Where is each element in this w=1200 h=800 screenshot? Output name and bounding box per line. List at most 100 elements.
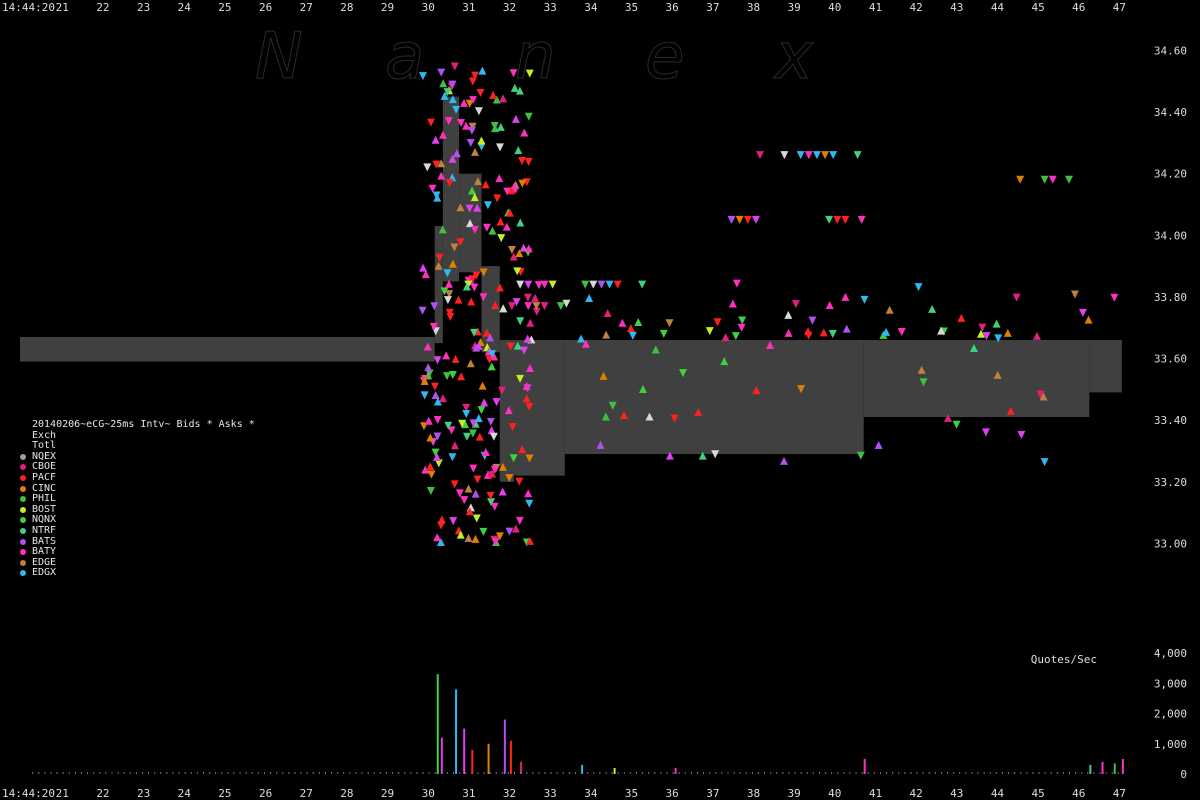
quote-marker: [518, 156, 527, 165]
volume-bar: [105, 772, 107, 774]
x-tick-label: 39: [788, 787, 801, 800]
quote-marker: [511, 114, 520, 123]
quote-marker: [448, 453, 457, 462]
quote-marker: [638, 280, 647, 289]
volume-bar: [562, 772, 564, 774]
quote-marker: [735, 215, 744, 224]
volume-bar: [1111, 772, 1113, 774]
volume-bar: [910, 772, 912, 774]
watermark-letter: n: [515, 20, 556, 94]
quote-marker: [454, 295, 463, 304]
volume-bar: [32, 772, 34, 774]
volume-bar: [135, 772, 137, 774]
quote-marker: [842, 324, 851, 333]
quote-marker: [524, 112, 533, 121]
price-tick-label: 33.00: [1154, 537, 1187, 550]
volume-bar: [581, 772, 583, 774]
volume-bar: [532, 772, 534, 774]
volume-bar: [202, 772, 204, 774]
quote-marker: [556, 302, 565, 311]
volume-bar: [434, 772, 436, 774]
volume-bar: [300, 772, 302, 774]
volume-bar: [715, 772, 717, 774]
volume-bar: [953, 772, 955, 774]
volume-bar: [1081, 772, 1083, 774]
volume-bar: [1056, 772, 1058, 774]
quote-marker: [526, 318, 535, 327]
quote-marker: [634, 317, 643, 326]
volume-bar: [111, 772, 113, 774]
quote-marker: [462, 432, 471, 441]
quote-marker: [499, 94, 508, 103]
quote-marker: [841, 215, 850, 224]
quote-marker: [1017, 430, 1026, 439]
volume-bar: [770, 772, 772, 774]
x-tick-label: 33: [544, 787, 557, 800]
quote-marker: [495, 143, 504, 152]
volume-bar: [463, 728, 466, 774]
price-tick-label: 34.20: [1154, 168, 1187, 181]
x-tick-label: 21: [56, 787, 69, 800]
quote-marker: [439, 79, 448, 88]
quote-marker: [464, 484, 473, 493]
x-tick-label: 36: [666, 787, 679, 800]
volume-bar: [141, 772, 143, 774]
volume-bar: [989, 772, 991, 774]
volume-bar: [1008, 772, 1010, 774]
quote-marker: [420, 391, 429, 400]
volume-tick-label: 4,000: [1154, 647, 1187, 660]
quote-marker: [442, 351, 451, 360]
volume-bar: [721, 772, 723, 774]
quote-marker: [426, 118, 435, 127]
quote-marker: [829, 151, 838, 160]
quote-marker: [483, 201, 492, 210]
volume-bar: [751, 772, 753, 774]
quote-marker: [470, 283, 479, 292]
x-tick-label: 35: [625, 1, 638, 14]
watermark-letter: N: [255, 20, 303, 94]
quote-marker: [897, 328, 906, 337]
quote-marker: [516, 218, 525, 227]
nbbo-band-segment: [20, 336, 435, 362]
volume-bar: [331, 772, 333, 774]
quote-marker: [548, 280, 557, 289]
volume-bar: [825, 772, 827, 774]
quote-marker: [426, 487, 435, 496]
exchange-color-marker: [20, 485, 26, 492]
volume-bar: [117, 772, 119, 774]
quote-marker: [499, 304, 508, 313]
volume-bar: [593, 772, 595, 774]
x-tick-label: 28: [340, 787, 353, 800]
x-tick-label: 24: [178, 787, 192, 800]
quote-marker: [841, 292, 850, 301]
volume-bar: [1089, 764, 1092, 774]
quote-marker: [433, 533, 442, 542]
quote-marker: [613, 280, 622, 289]
volume-bar: [995, 772, 997, 774]
legend-cell: NTRF: [32, 524, 57, 536]
x-tick-label: 40: [828, 1, 841, 14]
quote-marker: [524, 302, 533, 311]
volume-bar: [367, 772, 369, 774]
x-tick-label: 34: [584, 1, 598, 14]
quote-marker: [472, 514, 481, 523]
quote-marker: [808, 316, 817, 325]
x-tick-label: 31: [462, 1, 475, 14]
quote-marker: [825, 215, 834, 224]
volume-bar: [635, 772, 637, 774]
quote-marker: [464, 533, 473, 542]
volume-bar: [684, 772, 686, 774]
quote-marker: [705, 327, 714, 336]
quote-marker: [477, 136, 486, 145]
volume-bar: [503, 719, 506, 774]
quote-marker: [520, 128, 529, 137]
quote-marker: [492, 398, 501, 407]
volume-bar: [831, 772, 833, 774]
quote-marker: [477, 406, 486, 415]
volume-bar: [1044, 772, 1046, 774]
volume-bar: [940, 772, 942, 774]
volume-bar: [660, 772, 662, 774]
volume-bar: [471, 772, 473, 774]
volume-bar: [379, 772, 381, 774]
volume-bar: [629, 772, 631, 774]
